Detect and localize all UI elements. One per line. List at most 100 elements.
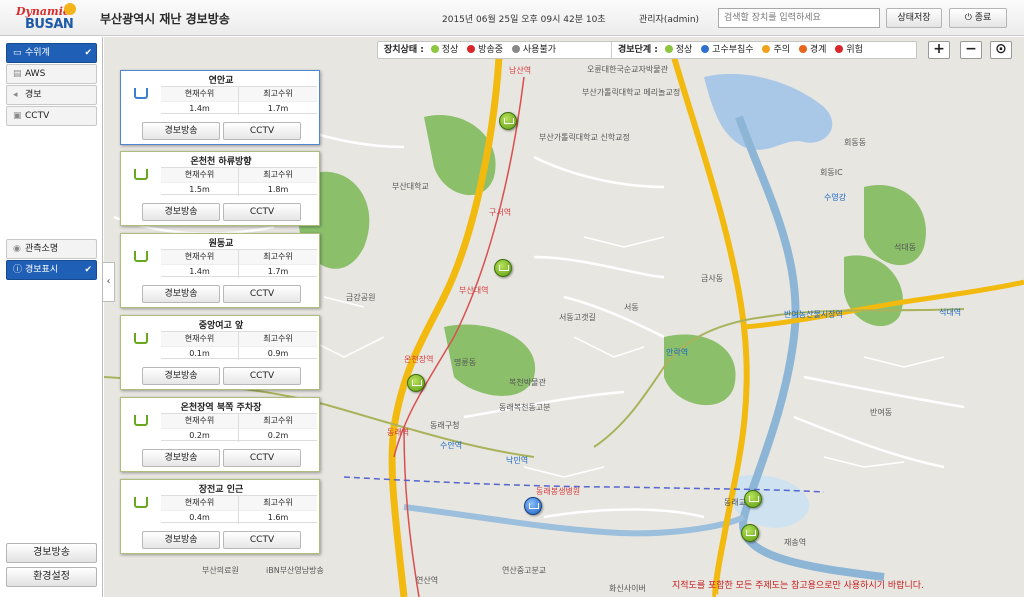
zoom-in-button[interactable]: + [928,41,950,59]
water-gauge-icon [134,415,148,426]
legend-item: 정상 [430,45,458,55]
current-level: 1.4m [161,264,239,278]
device-search-input[interactable] [718,8,880,28]
legend-item: 위험 [835,45,863,55]
status-dot-icon [835,45,844,53]
broadcast-button[interactable]: 경보방송 [142,367,220,385]
station-card[interactable]: 온천천 하류방향 현재수위 최고수위 1.5m 1.8m 경보방송 CCTV [120,151,320,226]
layer-alarm[interactable]: ◂ 경보 [6,85,97,105]
station-card[interactable]: 장전교 인근 현재수위 최고수위 0.4m 1.6m 경보방송 CCTV [120,479,320,554]
zoom-out-button[interactable]: − [960,41,982,59]
locate-button[interactable]: ⊙ [990,41,1012,59]
speaker-icon: ◂ [13,90,18,100]
water-level-table: 현재수위 최고수위 0.2m 0.2m [161,413,317,442]
map-label: 부산가톨릭대학교 메리놀교정 [582,88,681,97]
water-gauge-marker[interactable] [744,490,762,508]
map-label: 재송역 [784,538,807,547]
legend-item: 사용불가 [511,45,556,55]
map-label: 화신사이버 [609,584,646,593]
settings-button[interactable]: 환경설정 [6,567,97,587]
station-name: 연안교 [208,76,234,86]
water-gauge-marker-selected[interactable] [524,497,542,515]
map-label: 석대동 [894,243,917,252]
cctv-button[interactable]: CCTV [223,203,301,221]
station-card[interactable]: 중앙여고 앞 현재수위 최고수위 0.1m 0.9m 경보방송 CCTV [120,315,320,390]
water-gauge-icon [134,497,148,508]
broadcast-button[interactable]: 경보방송 [142,203,220,221]
water-gauge-icon [134,251,148,262]
map-label: 남산역 [509,66,532,75]
station-name: 온천천 하류방향 [190,157,252,167]
legend-item: 경계 [798,45,826,55]
save-state-button[interactable]: 상태저장 [886,8,942,28]
weather-station-icon: ▤ [13,69,22,79]
map-label: 명륜동 [454,358,477,367]
max-level: 0.2m [239,428,317,442]
water-gauge-marker[interactable] [407,374,425,392]
water-level-table: 현재수위 최고수위 1.4m 1.7m [161,249,317,278]
map-legend: 장치상태 : 정상 방송중 사용불가 경보단계 : 정상 고수부침수 주의 경계… [377,41,917,59]
status-dot-icon [701,45,710,53]
cctv-button[interactable]: CCTV [223,367,301,385]
map-label: 부산대역 [459,286,489,295]
map-label: 안락역 [666,348,689,357]
station-card[interactable]: 원동교 현재수위 최고수위 1.4m 1.7m 경보방송 CCTV [120,233,320,308]
water-gauge-marker[interactable] [741,524,759,542]
max-level: 1.6m [239,510,317,524]
map-label: 회동동 [844,138,867,147]
broadcast-button[interactable]: 경보방송 [142,531,220,549]
map-label: 수영강 [824,193,847,202]
status-dot-icon [798,45,807,53]
current-level: 1.4m [161,101,239,115]
station-card[interactable]: 연안교 현재수위 최고수위 1.4m 1.7m 경보방송 CCTV [120,70,320,145]
max-level: 1.7m [239,264,317,278]
water-level-table: 현재수위 최고수위 1.4m 1.7m [161,86,317,115]
water-gauge-marker[interactable] [494,259,512,277]
water-level-table: 현재수위 최고수위 0.1m 0.9m [161,331,317,360]
station-card[interactable]: 온천장역 북쪽 주차장 현재수위 최고수위 0.2m 0.2m 경보방송 CCT… [120,397,320,472]
map-label: 서동 [624,303,639,312]
mode-station-name[interactable]: ◉ 관측소명 [6,239,97,259]
station-name: 중앙여고 앞 [198,321,244,331]
water-gauge-icon [134,333,148,344]
sidebar: ▭ 수위계 ✔ ▤ AWS ◂ 경보 ▣ CCTV ◉ 관측소명 ⓘ 경보표시 ✔ 경보방송 환… [0,37,103,597]
water-gauge-icon: ▭ [13,48,22,58]
water-level-table: 현재수위 최고수위 1.5m 1.8m [161,167,317,196]
map-label: 동래복천동고분 [499,403,551,412]
mode-alert-display[interactable]: ⓘ 경보표시 ✔ [6,260,97,280]
cctv-button[interactable]: CCTV [223,122,301,140]
current-level: 0.4m [161,510,239,524]
map-label: 연산역 [416,576,439,585]
map-label: 동래봉생병원 [536,487,581,496]
max-level: 1.8m [239,182,317,196]
broadcast-button[interactable]: 경보방송 [142,285,220,303]
check-icon: ✔ [84,265,92,275]
water-gauge-marker[interactable] [499,112,517,130]
broadcast-button[interactable]: 경보방송 [6,543,97,563]
map-label: 석대역 [939,308,962,317]
station-name: 원동교 [208,239,234,249]
max-level: 0.9m [239,346,317,360]
station-name: 온천장역 북쪽 주차장 [180,403,262,413]
layer-water-gauge[interactable]: ▭ 수위계 ✔ [6,43,97,63]
layer-cctv[interactable]: ▣ CCTV [6,106,97,126]
current-level: 0.1m [161,346,239,360]
map-label: iBN부산영남방송 [266,566,324,575]
broadcast-button[interactable]: 경보방송 [142,122,220,140]
broadcast-button[interactable]: 경보방송 [142,449,220,467]
device-status-legend: 장치상태 : 정상 방송중 사용불가 [384,45,557,55]
current-datetime: 2015년 06월 25일 오후 09시 42분 10초 [442,15,606,25]
cctv-button[interactable]: CCTV [223,285,301,303]
exit-button[interactable]: ⏻ 종료 [949,8,1007,28]
alert-level-legend: 경보단계 : 정상 고수부침수 주의 경계 위험 [611,42,869,58]
current-level: 1.5m [161,182,239,196]
layer-aws[interactable]: ▤ AWS [6,64,97,84]
cctv-button[interactable]: CCTV [223,449,301,467]
map-label: 수안역 [440,441,463,450]
cctv-button[interactable]: CCTV [223,531,301,549]
status-dot-icon [430,45,439,53]
status-dot-icon [511,45,520,53]
map-label: 반여농산물시장역 [784,310,843,319]
water-gauge-icon [134,88,148,99]
map-label: 복천박물관 [509,378,546,387]
